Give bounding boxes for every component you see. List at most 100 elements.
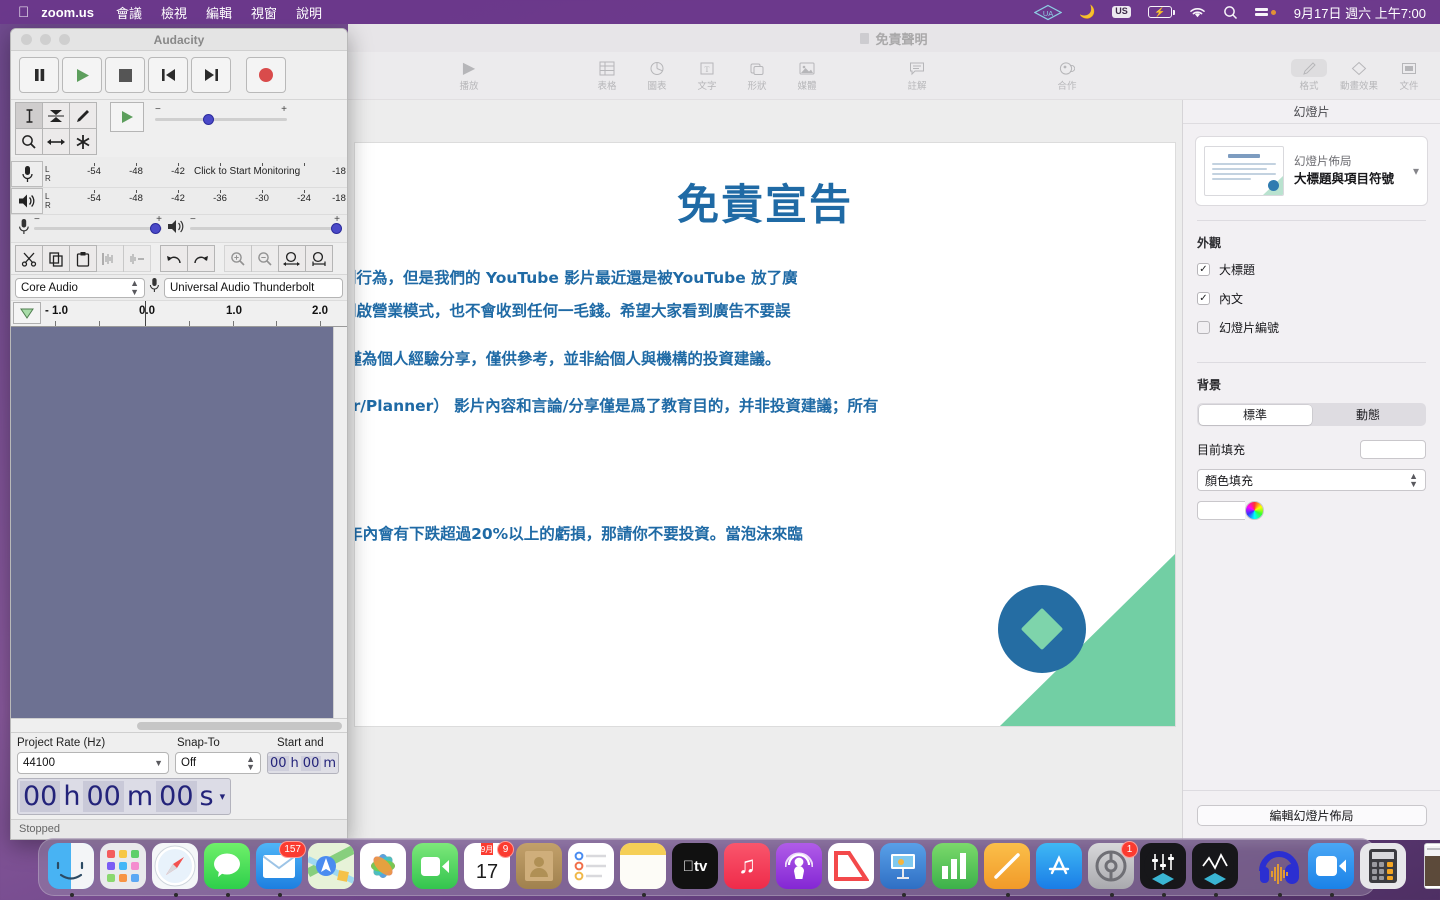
input-source-indicator[interactable]: US <box>1112 6 1131 18</box>
dock-item-app-store[interactable] <box>1036 843 1084 891</box>
dock-item-ua-luna[interactable] <box>1192 843 1240 897</box>
play-at-speed-button[interactable] <box>110 102 144 132</box>
slide-layout-card[interactable]: 幻燈片佈局 大標題與項目符號 ▾ <box>1195 136 1428 206</box>
dock-item-reminders[interactable] <box>568 843 616 891</box>
toolbar-shapes-button[interactable]: 形狀 <box>732 59 782 92</box>
dock-item-screenshot-file[interactable] <box>1424 843 1440 891</box>
toolbar-format-button[interactable]: 格式 <box>1284 59 1334 92</box>
timeshift-tool-button[interactable] <box>42 128 70 155</box>
dock-item-keynote[interactable] <box>880 843 928 897</box>
slider-knob[interactable] <box>202 113 214 125</box>
dock-item-safari[interactable] <box>152 843 200 897</box>
edit-slide-layout-button[interactable]: 編輯幻燈片佈局 <box>1196 805 1427 826</box>
close-button[interactable] <box>21 34 32 45</box>
big-time-readout[interactable]: 00 h 00 m 00 s ▾ <box>17 778 232 815</box>
minimize-button[interactable] <box>40 34 51 45</box>
dock-item-music[interactable]: ♫ <box>724 843 772 891</box>
track-panel[interactable] <box>11 327 347 732</box>
zoom-tool-button[interactable] <box>15 128 43 155</box>
dock-item-launchpad[interactable] <box>100 843 148 891</box>
stop-button[interactable] <box>105 57 145 93</box>
slider-knob[interactable] <box>150 223 162 234</box>
dock-item-calendar[interactable]: 9月 17 9 <box>464 841 514 891</box>
snap-to-select[interactable]: Off ▲ ▼ <box>175 752 261 774</box>
menu-item-edit[interactable]: 編輯 <box>206 3 232 22</box>
record-button[interactable] <box>246 57 286 93</box>
speaker-icon[interactable] <box>11 188 43 214</box>
multi-tool-button[interactable] <box>69 128 97 155</box>
playback-speed-slider[interactable]: − + <box>155 104 287 129</box>
segment-standard[interactable]: 標準 <box>1198 404 1312 425</box>
current-fill-swatch[interactable] <box>1360 440 1426 459</box>
slide-title[interactable]: 免責宣告 <box>355 171 1175 232</box>
fill-type-select[interactable]: 顏色填充 ▲ ▼ <box>1197 469 1426 491</box>
dock-item-apple-tv[interactable]: tv <box>672 843 720 891</box>
copy-button[interactable] <box>42 245 70 272</box>
dock-item-freeform[interactable] <box>984 843 1032 897</box>
paste-button[interactable] <box>69 245 97 272</box>
fit-project-button[interactable] <box>305 245 333 272</box>
menu-item-meeting[interactable]: 會議 <box>116 3 142 22</box>
toolbar-collaborate-button[interactable]: 合作 <box>1042 59 1092 92</box>
dock-item-system-preferences[interactable]: 1 <box>1088 841 1138 897</box>
universal-audio-icon[interactable]: UA <box>1034 4 1063 20</box>
cut-button[interactable] <box>15 245 43 272</box>
selection-start-time[interactable]: 00 h 00 m <box>267 752 340 774</box>
checkbox-row-slide-number[interactable]: 幻燈片編號 <box>1197 319 1440 336</box>
envelope-tool-button[interactable] <box>42 102 70 129</box>
audio-position-display[interactable]: 00 h 00 m 00 s ▾ <box>11 774 347 819</box>
dock-item-ua-console[interactable] <box>1140 843 1188 897</box>
redo-button[interactable] <box>187 245 215 272</box>
checkbox-title[interactable]: ✓ <box>1197 263 1210 276</box>
stepper-icon[interactable]: ▲ ▼ <box>246 754 255 771</box>
toolbar-media-button[interactable]: 媒體 <box>782 59 832 92</box>
undo-button[interactable] <box>160 245 188 272</box>
start-monitoring-label[interactable]: Click to Start Monitoring <box>194 166 300 177</box>
battery-charging-icon[interactable]: ⚡ <box>1147 6 1175 18</box>
apple-menu-icon[interactable]:  <box>18 5 29 20</box>
stepper-icon[interactable]: ▲ ▼ <box>130 279 139 296</box>
play-button[interactable] <box>62 57 102 93</box>
input-volume-slider[interactable]: − + <box>34 214 162 239</box>
checkbox-row-body[interactable]: ✓ 內文 <box>1197 290 1440 307</box>
recording-meter-scale[interactable]: -54 -48 -42 Click to Start Monitoring -1… <box>54 161 347 187</box>
menu-app-name[interactable]: zoom.us <box>41 5 94 20</box>
toolbar-play-button[interactable]: ▶ 播放 <box>444 59 494 92</box>
dock-item-notes[interactable] <box>620 843 668 897</box>
spotlight-search-icon[interactable] <box>1223 5 1238 20</box>
toolbar-comment-button[interactable]: 註解 <box>892 59 942 92</box>
chevron-down-icon[interactable]: ▾ <box>1413 164 1419 178</box>
vertical-scrollbar[interactable] <box>333 327 347 732</box>
dock-item-facetime[interactable] <box>412 843 460 891</box>
toolbar-document-button[interactable]: 文件 <box>1384 59 1434 92</box>
fit-selection-button[interactable] <box>278 245 306 272</box>
scrollbar-thumb[interactable] <box>137 722 342 730</box>
checkbox-slide-number[interactable] <box>1197 321 1210 334</box>
output-volume-slider[interactable]: − + <box>190 214 342 239</box>
checkbox-row-title[interactable]: ✓ 大標題 <box>1197 261 1440 278</box>
do-not-disturb-icon[interactable]: 🌙 <box>1079 4 1095 20</box>
fill-color-row[interactable] <box>1197 501 1440 520</box>
dock-item-contacts[interactable] <box>516 843 564 891</box>
checkbox-body[interactable]: ✓ <box>1197 292 1210 305</box>
wifi-icon[interactable] <box>1189 6 1206 19</box>
audio-host-select[interactable]: Core Audio ▲ ▼ <box>15 277 145 298</box>
background-segmented-control[interactable]: 標準 動態 <box>1197 403 1426 426</box>
control-center-icon[interactable] <box>1254 8 1276 16</box>
playback-meter-scale[interactable]: -54 -48 -42 -36 -30 -24 -18 <box>54 188 347 214</box>
horizontal-scrollbar[interactable] <box>11 718 347 732</box>
zoom-in-button[interactable] <box>224 245 252 272</box>
menu-item-window[interactable]: 視窗 <box>251 3 277 22</box>
big-time-stepper-icon[interactable]: ▾ <box>217 790 229 803</box>
timeline-ruler[interactable]: - 1.0 0.0 1.0 2.0 <box>11 301 347 327</box>
slide-canvas[interactable]: 免責宣告 構，我們影片和所有相關內容沒有營利行為，但是我們的 YouTube 影… <box>348 100 1182 840</box>
slider-knob[interactable] <box>331 223 342 234</box>
dock-item-calculator[interactable] <box>1360 843 1408 891</box>
dock-item-numbers[interactable] <box>932 843 980 891</box>
menu-item-help[interactable]: 說明 <box>296 3 322 22</box>
slide[interactable]: 免責宣告 構，我們影片和所有相關內容沒有營利行為，但是我們的 YouTube 影… <box>355 143 1175 726</box>
menubar-clock[interactable]: 9月17日 週六 上午7:00 <box>1294 3 1426 22</box>
chevron-down-icon[interactable]: ▼ <box>154 758 163 768</box>
pinned-play-head-button[interactable] <box>13 302 41 324</box>
microphone-icon[interactable] <box>11 161 43 187</box>
